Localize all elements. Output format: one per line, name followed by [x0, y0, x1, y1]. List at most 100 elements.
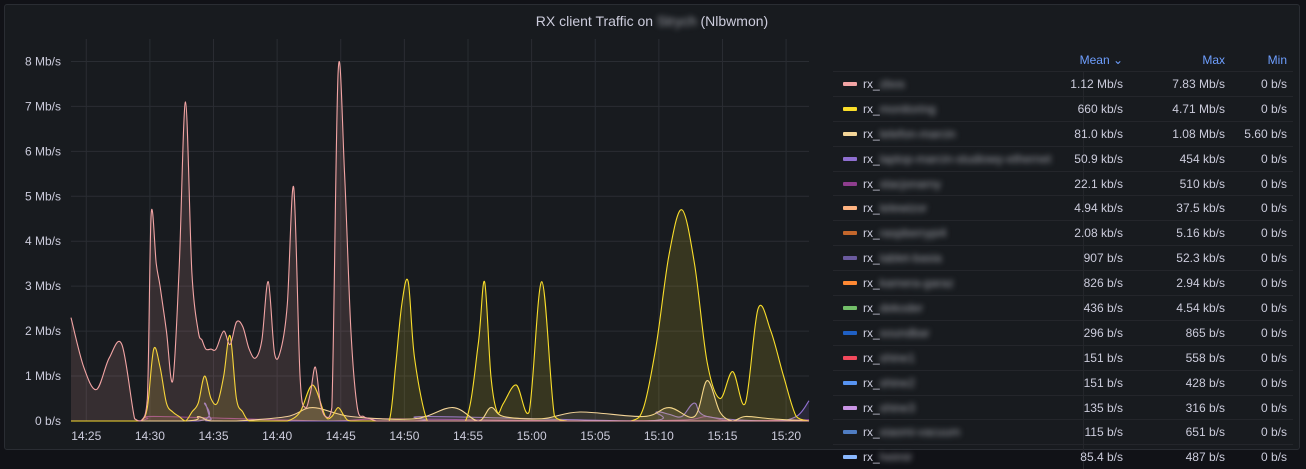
series-mean: 660 kb/s [1077, 101, 1123, 116]
series-mean: 50.9 kb/s [1074, 151, 1123, 166]
series-color-swatch [843, 231, 857, 236]
legend-row[interactable]: rx_tablet-basia 907 b/s 52.3 kb/s 0 b/s [833, 245, 1293, 271]
series-color-swatch [843, 181, 857, 186]
series-host: zbos [879, 77, 906, 91]
legend-row[interactable]: rx_telewizor 4.94 kb/s 37.5 kb/s 0 b/s [833, 195, 1293, 221]
legend-row[interactable]: rx_shine1 151 b/s 558 b/s 0 b/s [833, 344, 1293, 370]
series-host: telefon-marcin [879, 126, 956, 141]
series-min: 0 b/s [1260, 151, 1287, 166]
series-max: 651 b/s [1185, 425, 1225, 440]
series-mean: 4.94 kb/s [1074, 201, 1123, 216]
series-prefix: rx_ [863, 151, 880, 166]
chart-panel: RX client Traffic on Strych (Nlbwmon) 0 … [4, 4, 1300, 469]
series-name: rx_tablet-basia [863, 251, 942, 265]
series-host: kamera-garaz [879, 276, 954, 291]
series-mean: 2.08 kb/s [1074, 226, 1123, 241]
series-mean: 907 b/s [1083, 251, 1123, 266]
series-host: dekoder [879, 301, 924, 316]
series-name: rx_stacjonarny [863, 177, 941, 191]
series-min: 5.60 b/s [1244, 126, 1287, 141]
series-name: rx_telefon-marcin [863, 127, 956, 141]
legend-table: Mean ⌄ Max Min rx_zbos 1.12 Mb/s 7.83 Mb/s… [833, 49, 1293, 469]
series-max: 865 b/s [1185, 325, 1225, 340]
x-tick-label: 14:50 [389, 429, 419, 443]
legend-row[interactable]: rx_zbos 1.12 Mb/s 7.83 Mb/s 0 b/s [833, 71, 1293, 96]
legend-row[interactable]: rx_dekoder 436 b/s 4.54 kb/s 0 b/s [833, 295, 1293, 320]
max-column-header[interactable]: Max [1202, 53, 1225, 67]
series-name: rx_shine1 [863, 351, 915, 365]
x-tick-label: 14:55 [453, 429, 483, 443]
series-host: soundbar [879, 325, 930, 340]
series-max: 1.08 Mb/s [1172, 126, 1225, 141]
series-max: 454 kb/s [1179, 151, 1225, 166]
legend-row[interactable]: rx_laptop-marcin-studiowy-ethernet 50.9 k… [833, 145, 1293, 171]
y-tick-label: 5 Mb/s [25, 189, 61, 203]
series-prefix: rx_ [863, 425, 880, 440]
series-min: 0 b/s [1260, 101, 1287, 116]
series-max: 428 b/s [1185, 375, 1225, 390]
y-tick-label: 0 b/s [35, 414, 61, 428]
series-host: shine3 [879, 400, 916, 415]
legend-row[interactable]: rx_monitoring 660 kb/s 4.71 Mb/s 0 b/s [833, 95, 1293, 121]
series-prefix: rx_ [863, 77, 880, 91]
series-color-swatch [843, 256, 857, 261]
series-host: raspberrypi4 [879, 226, 947, 241]
y-tick-label: 1 Mb/s [25, 369, 61, 383]
series-host: telewizor [879, 201, 928, 216]
mean-column-header[interactable]: Mean ⌄ [1080, 53, 1123, 67]
series-color-swatch [843, 355, 857, 360]
series-color-swatch [843, 206, 857, 211]
series-color-swatch [843, 281, 857, 286]
x-tick-label: 14:35 [198, 429, 228, 443]
series-prefix: rx_ [863, 251, 880, 266]
series-color-swatch [843, 306, 857, 311]
series-name: rx_monitoring [863, 102, 936, 116]
legend-row[interactable]: rx_shine3 135 b/s 316 b/s 0 b/s [833, 394, 1293, 420]
series-name: rx_telewizor [863, 201, 927, 215]
x-tick-label: 14:45 [326, 429, 356, 443]
series-host: xiaomi-vacuum [879, 425, 961, 440]
legend-row[interactable]: rx_stacjonarny 22.1 kb/s 510 kb/s 0 b/s [833, 170, 1293, 196]
legend-row[interactable]: rx_heimir 85.4 b/s 487 b/s 0 b/s [833, 444, 1293, 469]
series-prefix: rx_ [863, 101, 880, 116]
series-min: 0 b/s [1260, 301, 1287, 316]
series-max: 558 b/s [1185, 350, 1225, 365]
series-mean: 1.12 Mb/s [1070, 77, 1123, 91]
series-min: 0 b/s [1260, 400, 1287, 415]
series-host: tablet-basia [879, 251, 942, 266]
series-mean: 151 b/s [1083, 375, 1123, 390]
series-min: 0 b/s [1260, 375, 1287, 390]
series-name: rx_dekoder [863, 301, 923, 315]
series-name: rx_xiaomi-vacuum [863, 425, 960, 439]
series-color-swatch [843, 430, 857, 435]
series-host: heimir [879, 450, 913, 465]
min-column-header[interactable]: Min [1268, 53, 1287, 67]
legend-row[interactable]: rx_soundbar 296 b/s 865 b/s 0 b/s [833, 319, 1293, 345]
legend-row[interactable]: rx_shine2 151 b/s 428 b/s 0 b/s [833, 369, 1293, 395]
y-tick-label: 4 Mb/s [25, 234, 61, 248]
series-min: 0 b/s [1260, 226, 1287, 241]
series-min: 0 b/s [1260, 251, 1287, 266]
series-mean: 436 b/s [1083, 301, 1123, 316]
legend-header: Mean ⌄ Max Min [833, 49, 1293, 71]
series-max: 52.3 kb/s [1176, 251, 1225, 266]
series-mean: 296 b/s [1083, 325, 1123, 340]
series-host: laptop-marcin-studiowy-ethernet [879, 151, 1052, 166]
series-prefix: rx_ [863, 201, 880, 216]
series-max: 510 kb/s [1179, 176, 1225, 191]
series-min: 0 b/s [1260, 201, 1287, 216]
series-name: rx_kamera-garaz [863, 276, 954, 290]
series-color-swatch [843, 156, 857, 161]
series-max: 37.5 kb/s [1176, 201, 1225, 216]
y-tick-label: 8 Mb/s [25, 54, 61, 68]
x-tick-label: 14:30 [135, 429, 165, 443]
legend-row[interactable]: rx_telefon-marcin 81.0 kb/s 1.08 Mb/s 5.60 … [833, 120, 1293, 146]
legend-row[interactable]: rx_raspberrypi4 2.08 kb/s 5.16 kb/s 0 b/s [833, 220, 1293, 246]
y-tick-label: 6 Mb/s [25, 144, 61, 158]
timeseries-chart[interactable]: 0 b/s 1 Mb/s 2 Mb/s 3 Mb/s 4 Mb/s 5 Mb/s 6 Mb/… [5, 5, 825, 451]
series-host: shine1 [879, 350, 916, 365]
legend-row[interactable]: rx_kamera-garaz 826 b/s 2.94 kb/s 0 b/s [833, 270, 1293, 296]
legend-row[interactable]: rx_xiaomi-vacuum 115 b/s 651 b/s 0 b/s [833, 419, 1293, 445]
series-max: 487 b/s [1185, 450, 1225, 465]
y-tick-label: 2 Mb/s [25, 324, 61, 338]
